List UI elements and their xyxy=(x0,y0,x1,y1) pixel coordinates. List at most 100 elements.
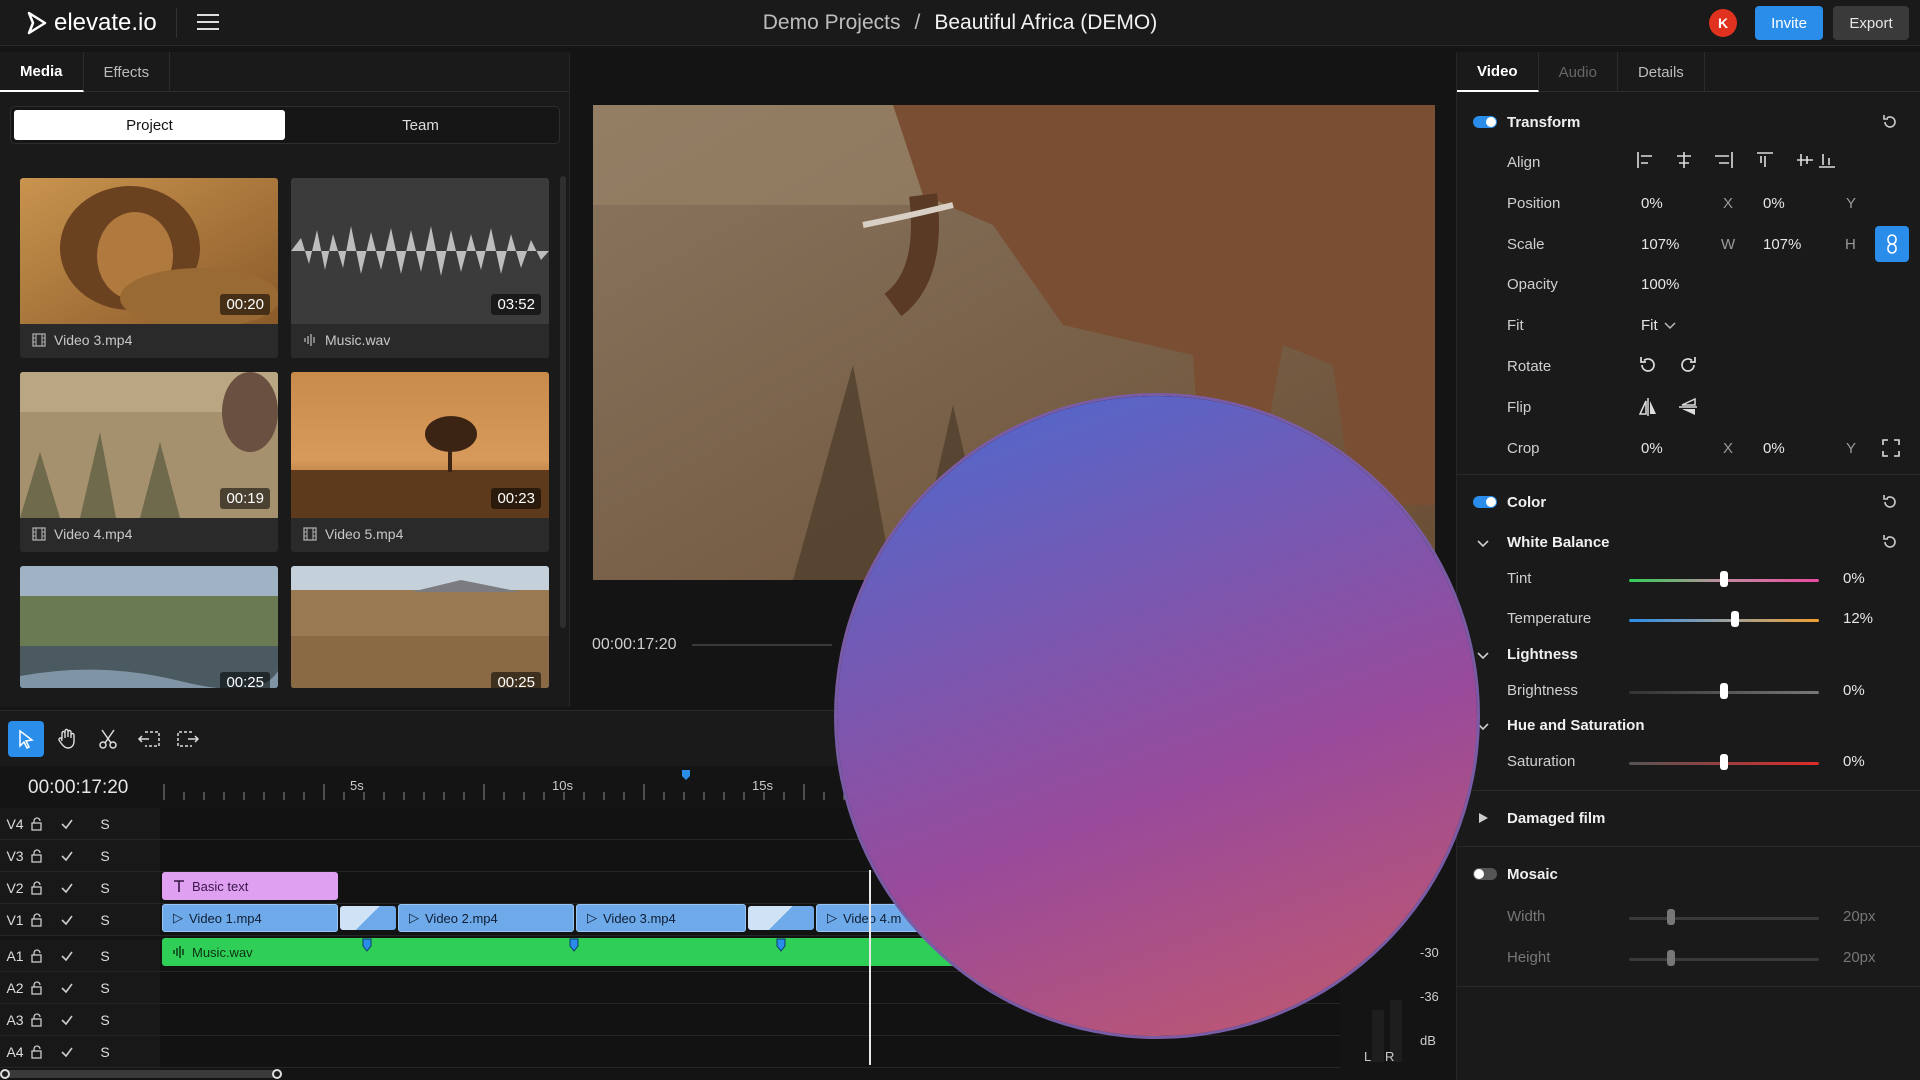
mosaic-width-slider[interactable] xyxy=(1629,917,1819,920)
invite-button[interactable]: Invite xyxy=(1755,6,1823,40)
zoomed-scrub-handle[interactable] xyxy=(1119,524,1137,556)
lock-icon[interactable] xyxy=(30,880,60,895)
chevron-down-icon[interactable] xyxy=(1477,540,1489,548)
tab-media[interactable]: Media xyxy=(0,52,84,92)
tint-slider-thumb[interactable] xyxy=(1720,571,1728,587)
solo-toggle[interactable]: S xyxy=(90,816,120,832)
keyframe-marker[interactable] xyxy=(569,938,579,952)
media-scrollbar[interactable] xyxy=(560,176,566,628)
tab-video[interactable]: Video xyxy=(1457,52,1539,92)
track-lane[interactable] xyxy=(160,1036,1340,1068)
play-outline-icon: ▷ xyxy=(827,910,837,925)
crop-x-value[interactable]: 0% xyxy=(1641,440,1663,457)
lock-icon[interactable] xyxy=(30,848,60,863)
play-triangle-icon[interactable] xyxy=(1477,812,1489,824)
solo-toggle[interactable]: S xyxy=(90,980,120,996)
crop-y-value[interactable]: 0% xyxy=(1763,440,1785,457)
trim-right-icon[interactable] xyxy=(176,728,200,750)
media-item[interactable]: 00:20 Video 3.mp4 xyxy=(20,178,278,358)
transition-marker[interactable] xyxy=(340,906,396,930)
lock-icon[interactable] xyxy=(30,980,60,995)
flip-horizontal-icon[interactable] xyxy=(1637,396,1659,418)
segment-project[interactable]: Project xyxy=(14,110,285,140)
properties-tabs: Video Audio Details xyxy=(1457,52,1920,92)
mosaic-height-slider[interactable] xyxy=(1629,958,1819,961)
visible-check-icon[interactable] xyxy=(60,817,90,831)
timeline-horizontal-scrollbar[interactable] xyxy=(0,1069,282,1079)
position-y-value[interactable]: 0% xyxy=(1763,195,1785,212)
link-scale-button[interactable] xyxy=(1875,226,1909,262)
lock-icon[interactable] xyxy=(30,1044,60,1059)
visible-check-icon[interactable] xyxy=(60,981,90,995)
saturation-slider-thumb[interactable] xyxy=(1720,754,1728,770)
visible-check-icon[interactable] xyxy=(60,881,90,895)
add-text-button[interactable] xyxy=(1121,716,1203,798)
fit-dropdown[interactable]: Fit xyxy=(1641,317,1676,334)
lock-icon[interactable] xyxy=(30,912,60,927)
text-clip[interactable]: Basic text xyxy=(162,872,338,900)
opacity-value[interactable]: 100% xyxy=(1641,276,1679,293)
scale-h-value[interactable]: 107% xyxy=(1763,236,1801,253)
scissors-icon[interactable] xyxy=(97,728,119,750)
visible-check-icon[interactable] xyxy=(60,849,90,863)
rotate-left-icon[interactable] xyxy=(1637,354,1659,376)
temperature-slider[interactable] xyxy=(1629,619,1819,622)
visible-check-icon[interactable] xyxy=(60,949,90,963)
rotate-right-icon[interactable] xyxy=(1677,354,1699,376)
tab-audio[interactable]: Audio xyxy=(1539,52,1618,92)
chevron-down-icon[interactable] xyxy=(1477,652,1489,660)
segment-team[interactable]: Team xyxy=(285,110,556,140)
position-y-axis: Y xyxy=(1846,195,1857,212)
video-clip[interactable]: ▷ Video 2.mp4 xyxy=(398,904,574,932)
media-item[interactable]: 00:23 Video 5.mp4 xyxy=(291,372,549,552)
solo-toggle[interactable]: S xyxy=(90,1044,120,1060)
snap-button[interactable] xyxy=(1405,716,1477,798)
media-item[interactable]: 00:25 xyxy=(20,566,278,688)
reset-icon[interactable] xyxy=(1881,113,1899,131)
reset-icon[interactable] xyxy=(1881,493,1899,511)
lock-icon[interactable] xyxy=(30,948,60,963)
keyframe-marker[interactable] xyxy=(362,938,372,952)
reset-icon[interactable] xyxy=(1881,533,1899,551)
mosaic-height-thumb[interactable] xyxy=(1667,950,1675,966)
media-item[interactable]: 00:25 xyxy=(291,566,549,688)
mosaic-width-thumb[interactable] xyxy=(1667,909,1675,925)
visible-check-icon[interactable] xyxy=(60,913,90,927)
solo-toggle[interactable]: S xyxy=(90,880,120,896)
chevron-down-icon[interactable] xyxy=(1477,723,1489,731)
tab-effects[interactable]: Effects xyxy=(84,52,171,92)
lock-icon[interactable] xyxy=(30,1012,60,1027)
scale-w-value[interactable]: 107% xyxy=(1641,236,1679,253)
solo-toggle[interactable]: S xyxy=(90,912,120,928)
solo-toggle[interactable]: S xyxy=(90,848,120,864)
position-x-value[interactable]: 0% xyxy=(1641,195,1663,212)
temperature-slider-thumb[interactable] xyxy=(1731,611,1740,627)
keyframe-marker[interactable] xyxy=(776,938,786,952)
brightness-slider-thumb[interactable] xyxy=(1720,683,1728,699)
video-clip[interactable]: ▷ Video 3.mp4 xyxy=(576,904,746,932)
transition-marker[interactable] xyxy=(748,906,814,930)
fullscreen-crop-icon[interactable] xyxy=(1881,438,1901,458)
visible-check-icon[interactable] xyxy=(60,1013,90,1027)
shape-button[interactable] xyxy=(1237,730,1281,782)
export-button[interactable]: Export xyxy=(1833,6,1909,40)
preview-scrubber[interactable] xyxy=(692,644,832,646)
playhead-marker[interactable] xyxy=(682,770,690,780)
video-clip[interactable]: ▷ Video 1.mp4 xyxy=(162,904,338,932)
lock-icon[interactable] xyxy=(30,816,60,831)
trim-left-icon[interactable] xyxy=(137,728,161,750)
media-item[interactable]: 03:52 Music.wav xyxy=(291,178,549,358)
user-avatar[interactable]: K xyxy=(1709,9,1737,37)
tab-details[interactable]: Details xyxy=(1618,52,1705,92)
solo-toggle[interactable]: S xyxy=(90,1012,120,1028)
transform-toggle[interactable] xyxy=(1473,116,1497,128)
media-item[interactable]: 00:19 Video 4.mp4 xyxy=(20,372,278,552)
align-icons[interactable] xyxy=(1635,150,1835,170)
solo-toggle[interactable]: S xyxy=(90,948,120,964)
visible-check-icon[interactable] xyxy=(60,1045,90,1059)
flip-vertical-icon[interactable] xyxy=(1677,396,1699,418)
select-tool-button[interactable] xyxy=(8,721,44,757)
opacity-label: Opacity xyxy=(1507,276,1558,293)
hand-icon[interactable] xyxy=(56,728,78,750)
breadcrumb-parent[interactable]: Demo Projects xyxy=(763,11,901,35)
